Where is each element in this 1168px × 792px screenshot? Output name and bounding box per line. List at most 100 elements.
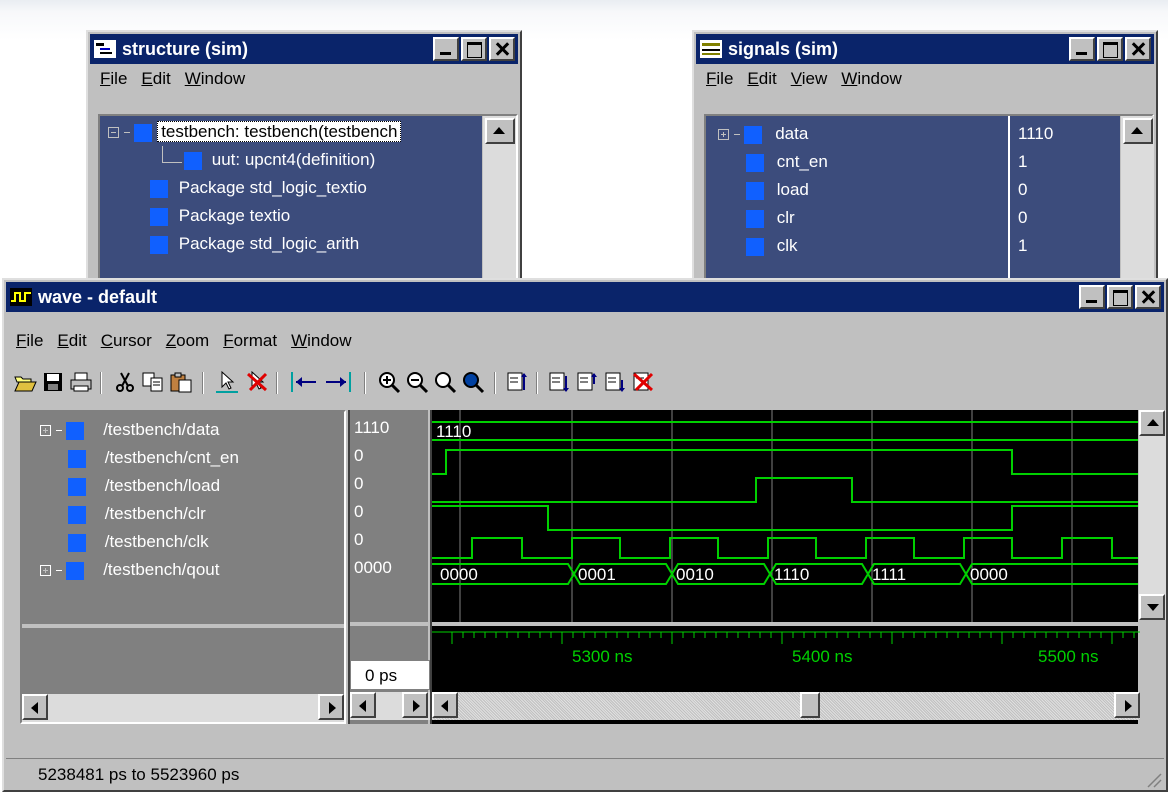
- scroll-thumb[interactable]: [800, 692, 820, 718]
- menu-file[interactable]: File: [706, 69, 733, 89]
- menu-window[interactable]: Window: [185, 69, 245, 89]
- signals-scrollbar[interactable]: [1120, 116, 1154, 288]
- structure-titlebar[interactable]: structure (sim): [90, 34, 518, 64]
- value-cnt-en: 0: [354, 446, 364, 465]
- signal-value: 0: [1018, 180, 1028, 199]
- waveform-canvas[interactable]: 1110 0000 0001 0010 1110 1111 0000 5300 …: [432, 410, 1140, 690]
- signals-list: data 1110 cnt_en 1 load 0 clr 0 clk 1: [704, 114, 1154, 288]
- menu-file[interactable]: File: [100, 69, 127, 89]
- cursor-left-icon[interactable]: [288, 369, 320, 395]
- package-icon: [150, 235, 168, 254]
- wave-signal-cnt-en[interactable]: /testbench/cnt_en: [68, 448, 239, 468]
- menu-edit[interactable]: Edit: [747, 69, 776, 89]
- structure-scrollbar[interactable]: [482, 116, 516, 288]
- wave-signal-qout[interactable]: /testbench/qout: [40, 560, 219, 580]
- maximize-button[interactable]: [1097, 37, 1123, 61]
- wave-titlebar[interactable]: wave - default: [6, 282, 1164, 312]
- wave-window: wave - default File Edit Cursor Zoom For…: [2, 278, 1168, 792]
- menu-format[interactable]: Format: [223, 331, 277, 351]
- copy-icon[interactable]: [140, 369, 166, 395]
- tree-item-textio[interactable]: Package textio: [150, 206, 290, 226]
- structure-app-icon: [94, 40, 116, 58]
- wave-vscrollbar[interactable]: [1138, 410, 1166, 620]
- zoom-out-icon[interactable]: [404, 369, 430, 395]
- collapse-icon[interactable]: [108, 127, 119, 139]
- bus-label: 0001: [578, 565, 616, 584]
- cursor-right-icon[interactable]: [322, 369, 354, 395]
- menu-window[interactable]: Window: [291, 331, 351, 351]
- zoom-area-icon[interactable]: [460, 369, 486, 395]
- insert-below-icon[interactable]: [602, 369, 628, 395]
- scroll-right-button[interactable]: [1114, 692, 1140, 718]
- menu-view[interactable]: View: [791, 69, 828, 89]
- minimize-button[interactable]: [1079, 285, 1105, 309]
- expand-icon[interactable]: [718, 129, 729, 141]
- wave-hscrollbar[interactable]: [432, 692, 1140, 720]
- save-icon[interactable]: [40, 369, 66, 395]
- signal-value: 1: [1018, 152, 1028, 171]
- close-button[interactable]: [489, 37, 515, 61]
- scroll-left-button[interactable]: [350, 692, 376, 718]
- scroll-up-button[interactable]: [1123, 118, 1153, 144]
- wave-clk: [432, 537, 1140, 559]
- cut-icon[interactable]: [112, 369, 138, 395]
- tree-item-uut[interactable]: uut: upcnt4(definition): [184, 150, 375, 170]
- scroll-up-button[interactable]: [1139, 410, 1165, 436]
- close-button[interactable]: [1125, 37, 1151, 61]
- scroll-right-button[interactable]: [318, 694, 344, 720]
- insert-divider-icon[interactable]: [546, 369, 572, 395]
- tree-item-std-logic-arith[interactable]: Package std_logic_arith: [150, 234, 359, 254]
- expand-icon[interactable]: [40, 565, 51, 577]
- scroll-down-button[interactable]: [1139, 594, 1165, 620]
- values-hscrollbar[interactable]: [350, 692, 430, 720]
- structure-title: structure (sim): [122, 38, 249, 59]
- waveform-pane[interactable]: 1110 0000 0001 0010 1110 1111 0000 5300 …: [430, 410, 1140, 724]
- scroll-right-button[interactable]: [402, 692, 428, 718]
- signals-title: signals (sim): [728, 38, 839, 59]
- close-button[interactable]: [1135, 285, 1161, 309]
- signals-app-icon: [700, 40, 722, 58]
- maximize-button[interactable]: [1107, 285, 1133, 309]
- scroll-left-button[interactable]: [22, 694, 48, 720]
- menu-window[interactable]: Window: [841, 69, 901, 89]
- signal-row-load[interactable]: load: [746, 180, 809, 200]
- select-pointer-icon[interactable]: [214, 369, 240, 395]
- scroll-up-button[interactable]: [485, 118, 515, 144]
- find-icon[interactable]: [504, 369, 530, 395]
- zoom-in-icon[interactable]: [376, 369, 402, 395]
- wave-signal-data[interactable]: /testbench/data: [40, 420, 219, 440]
- signal-value: 1: [1018, 236, 1028, 255]
- wave-signal-clr[interactable]: /testbench/clr: [68, 504, 206, 524]
- signal-row-cnt-en[interactable]: cnt_en: [746, 152, 828, 172]
- wave-signal-load[interactable]: /testbench/load: [68, 476, 220, 496]
- menu-edit[interactable]: Edit: [141, 69, 170, 89]
- wave-signal-clk[interactable]: /testbench/clk: [68, 532, 209, 552]
- scroll-left-button[interactable]: [432, 692, 458, 718]
- menu-cursor[interactable]: Cursor: [101, 331, 152, 351]
- signal-row-clr[interactable]: clr: [746, 208, 795, 228]
- minimize-button[interactable]: [433, 37, 459, 61]
- delete-signal-icon[interactable]: [630, 369, 656, 395]
- insert-above-icon[interactable]: [574, 369, 600, 395]
- tree-item-testbench[interactable]: testbench: testbench(testbench: [108, 121, 402, 142]
- delete-pointer-icon[interactable]: [244, 369, 270, 395]
- paste-icon[interactable]: [168, 369, 194, 395]
- resize-grip-icon[interactable]: [1144, 770, 1162, 788]
- open-icon[interactable]: [12, 369, 38, 395]
- expand-icon[interactable]: [40, 425, 51, 437]
- maximize-button[interactable]: [461, 37, 487, 61]
- zoom-full-icon[interactable]: [432, 369, 458, 395]
- menu-file[interactable]: File: [16, 331, 43, 351]
- menu-zoom[interactable]: Zoom: [166, 331, 209, 351]
- minimize-button[interactable]: [1069, 37, 1095, 61]
- signals-titlebar[interactable]: signals (sim): [696, 34, 1154, 64]
- signal-row-data[interactable]: data: [718, 124, 808, 144]
- wave-cnt-en: [432, 449, 1140, 475]
- names-hscrollbar[interactable]: [22, 694, 344, 722]
- menu-edit[interactable]: Edit: [57, 331, 86, 351]
- signal-icon: [746, 153, 764, 172]
- status-time-range: 5238481 ps to 5523960 ps: [38, 765, 240, 784]
- signal-row-clk[interactable]: clk: [746, 236, 798, 256]
- tree-item-std-logic-textio[interactable]: Package std_logic_textio: [150, 178, 367, 198]
- print-icon[interactable]: [68, 369, 94, 395]
